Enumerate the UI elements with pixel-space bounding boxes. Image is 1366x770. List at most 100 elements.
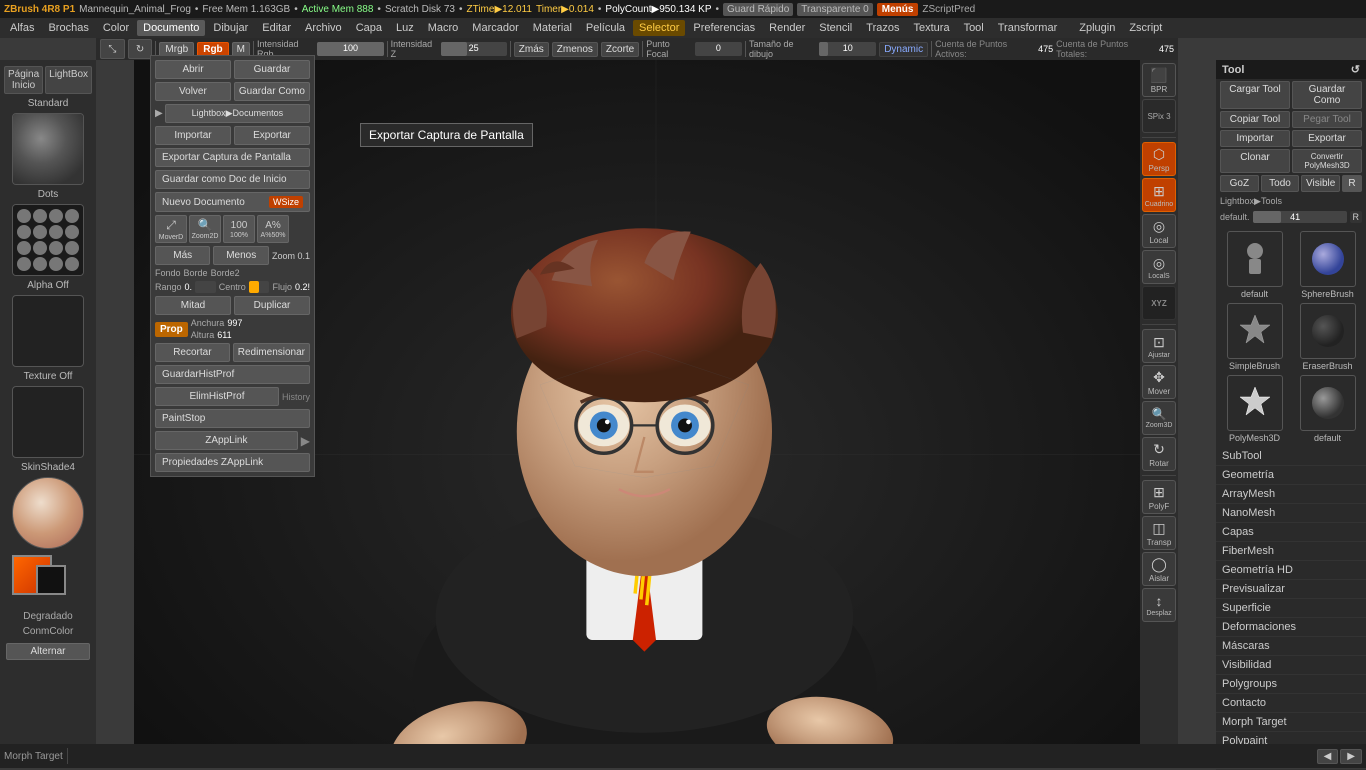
r-label[interactable]: R: [1350, 211, 1363, 223]
clonar-btn[interactable]: Clonar: [1220, 149, 1290, 173]
tab-pagina-inicio[interactable]: Página Inicio: [4, 66, 43, 94]
brush-default2-thumb[interactable]: [1300, 375, 1356, 431]
convertir-btn[interactable]: Convertir PolyMesh3D: [1292, 149, 1362, 173]
texture-thumb[interactable]: [12, 386, 84, 458]
menu-tool[interactable]: Tool: [958, 20, 990, 36]
nuevo-documento-label[interactable]: Nuevo Documento: [162, 197, 245, 208]
wsize-btn[interactable]: WSize: [269, 196, 303, 208]
zcorte-btn[interactable]: Zcorte: [601, 42, 639, 57]
elim-hist-prof-btn[interactable]: ElimHistProf: [155, 387, 279, 406]
escalar-btn[interactable]: ⤡: [100, 39, 125, 59]
goz-btn[interactable]: GoZ: [1220, 175, 1259, 192]
zoom100-btn[interactable]: 100 100%: [223, 215, 255, 243]
tab-lightbox[interactable]: LightBox: [45, 66, 92, 94]
menu-stencil[interactable]: Stencil: [813, 20, 858, 36]
menu-editar[interactable]: Editar: [256, 20, 297, 36]
secondary-color-swatch[interactable]: [36, 565, 66, 595]
polyf-btn[interactable]: ⊞ PolyF: [1142, 480, 1176, 514]
menu-zplugin[interactable]: Zplugin: [1073, 20, 1121, 36]
xyz-btn[interactable]: XYZ: [1142, 286, 1176, 320]
cargar-tool-btn[interactable]: Cargar Tool: [1220, 81, 1290, 109]
moverd-btn[interactable]: ⤢ MoverD: [155, 215, 187, 243]
menu-preferencias[interactable]: Preferencias: [687, 20, 761, 36]
todo-btn[interactable]: Todo: [1261, 175, 1300, 192]
menu-documento[interactable]: Documento: [137, 20, 205, 36]
guardar-hist-prof-btn[interactable]: GuardarHistProf: [155, 365, 310, 384]
menu-zscript[interactable]: Zscript: [1123, 20, 1168, 36]
lightbox-tools-btn[interactable]: Lightbox▶Tools: [1220, 194, 1362, 209]
copiar-tool-btn[interactable]: Copiar Tool: [1220, 111, 1290, 128]
subtool-item[interactable]: SubTool: [1216, 447, 1366, 466]
menu-capa[interactable]: Capa: [350, 20, 388, 36]
brush-simple-thumb[interactable]: [1227, 303, 1283, 359]
menu-marcador[interactable]: Marcador: [466, 20, 524, 36]
dots-brush-thumb[interactable]: [12, 204, 84, 276]
rotar-view-btn[interactable]: ↻ Rotar: [1142, 437, 1176, 471]
mitad-btn[interactable]: Mitad: [155, 296, 231, 315]
locals-btn[interactable]: ◎ LocalS: [1142, 250, 1176, 284]
guardar-btn[interactable]: Guardar: [234, 60, 310, 79]
brush-eraser-thumb[interactable]: [1300, 303, 1356, 359]
local-btn[interactable]: ◎ Local: [1142, 214, 1176, 248]
propiedades-zapplink-btn[interactable]: Propiedades ZAppLink: [155, 453, 310, 472]
persp-btn[interactable]: ⬡ Persp: [1142, 142, 1176, 176]
lightbox-docs-btn[interactable]: Lightbox▶Documentos: [165, 104, 310, 123]
guardar-doc-inicio-btn[interactable]: Guardar como Doc de Inicio: [155, 170, 310, 189]
zoom50-btn[interactable]: A% A%50%: [257, 215, 289, 243]
guardar-como-btn[interactable]: Guardar Como: [234, 82, 310, 101]
intensity-rgb-slider[interactable]: 100: [317, 42, 383, 56]
fibermesh-item[interactable]: FiberMesh: [1216, 542, 1366, 561]
zmenos-btn[interactable]: Zmenos: [552, 42, 598, 57]
guardar-como-tool-btn[interactable]: Guardar Como: [1292, 81, 1362, 109]
cuadrino-btn[interactable]: ⊞ Cuadrino: [1142, 178, 1176, 212]
alpha-thumb[interactable]: [12, 295, 84, 367]
deformaciones-item[interactable]: Deformaciones: [1216, 618, 1366, 637]
menu-material[interactable]: Material: [527, 20, 578, 36]
bpr-render-btn[interactable]: ⬛ BPR: [1142, 63, 1176, 97]
menu-selector[interactable]: Selector: [633, 20, 685, 36]
intensity-z-slider[interactable]: 25: [441, 42, 507, 56]
spix-btn[interactable]: SPix 3: [1142, 99, 1176, 133]
abrir-btn[interactable]: Abrir: [155, 60, 231, 79]
visibilidad-item[interactable]: Visibilidad: [1216, 656, 1366, 675]
contacto-item[interactable]: Contacto: [1216, 694, 1366, 713]
tamaño-dibujo-slider[interactable]: 10: [819, 42, 876, 56]
ajustar-btn[interactable]: ⊡ Ajustar: [1142, 329, 1176, 363]
menus-btn[interactable]: Menús: [877, 3, 919, 16]
superficie-item[interactable]: Superficie: [1216, 599, 1366, 618]
importar-btn[interactable]: Importar: [155, 126, 231, 145]
exportar-tool-btn[interactable]: Exportar: [1292, 130, 1362, 147]
rotar-btn[interactable]: ↻: [128, 39, 153, 59]
menos-btn[interactable]: Menos: [213, 246, 268, 265]
menu-transformar[interactable]: Transformar: [992, 20, 1064, 36]
menu-render[interactable]: Render: [763, 20, 811, 36]
previsualizar-item[interactable]: Previsualizar: [1216, 580, 1366, 599]
tool-refresh-btn[interactable]: ↺: [1351, 63, 1360, 76]
importar-tool-btn[interactable]: Importar: [1220, 130, 1290, 147]
geometria-item[interactable]: Geometría: [1216, 466, 1366, 485]
exportar-btn[interactable]: Exportar: [234, 126, 310, 145]
menu-brochas[interactable]: Brochas: [42, 20, 94, 36]
duplicar-btn[interactable]: Duplicar: [234, 296, 310, 315]
prev-btn[interactable]: ◀: [1317, 749, 1339, 764]
brush-polymesh-thumb[interactable]: [1227, 375, 1283, 431]
alternar-btn[interactable]: Alternar: [6, 643, 90, 660]
mascaras-item[interactable]: Máscaras: [1216, 637, 1366, 656]
menu-alfas[interactable]: Alfas: [4, 20, 40, 36]
r-btn[interactable]: R: [1342, 175, 1362, 192]
morph-target-item[interactable]: Morph Target: [1216, 713, 1366, 732]
centro-slider[interactable]: [249, 281, 270, 293]
arraymesh-item[interactable]: ArrayMesh: [1216, 485, 1366, 504]
guard-rapido-btn[interactable]: Guard Rápido: [723, 3, 793, 16]
volver-btn[interactable]: Volver: [155, 82, 231, 101]
standard-brush-thumb[interactable]: [12, 113, 84, 185]
punto-focal-slider[interactable]: 0: [695, 42, 742, 56]
polygroups-item[interactable]: Polygroups: [1216, 675, 1366, 694]
brush-sphere-thumb[interactable]: [1300, 231, 1356, 287]
zoom3d-btn[interactable]: 🔍 Zoom3D: [1142, 401, 1176, 435]
next-btn[interactable]: ▶: [1340, 749, 1362, 764]
menu-dibujar[interactable]: Dibujar: [207, 20, 254, 36]
dynamic-btn[interactable]: Dynamic: [879, 42, 928, 57]
capas-item[interactable]: Capas: [1216, 523, 1366, 542]
prop-badge[interactable]: Prop: [155, 322, 188, 337]
